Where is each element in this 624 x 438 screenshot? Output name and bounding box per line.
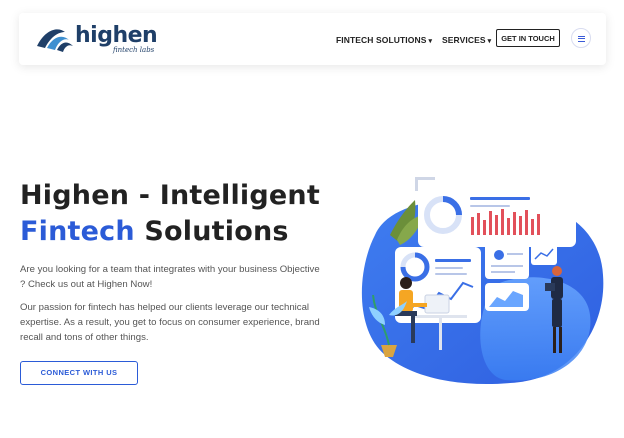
nav-fintech-solutions[interactable]: FINTECH SOLUTIONS ▾ <box>336 35 432 45</box>
hero-title-rest: Solutions <box>134 216 289 247</box>
hero-paragraph-1: Are you looking for a team that integrat… <box>20 264 320 290</box>
nav-fintech-solutions-label: FINTECH SOLUTIONS <box>336 35 427 45</box>
brand-tagline: fintech labs <box>113 46 155 54</box>
hero-paragraph-2: Our passion for fintech has helped our c… <box>20 302 320 343</box>
get-in-touch-button[interactable]: GET IN TOUCH <box>496 29 560 47</box>
connect-with-us-button[interactable]: CONNECT WITH US <box>20 361 138 385</box>
top-navbar: highen fintech labs FINTECH SOLUTIONS ▾ S… <box>19 13 606 65</box>
hero-title-accent: Fintech <box>20 216 135 247</box>
logo-swoosh-icon <box>37 29 73 52</box>
hero-title: Highen - Intelligent Fintech Solutions <box>20 178 320 250</box>
chevron-down-icon: ▾ <box>487 38 492 45</box>
menu-button[interactable] <box>571 28 591 48</box>
brand-logo[interactable]: highen fintech labs <box>35 23 158 56</box>
hamburger-icon <box>578 35 585 37</box>
brand-name: highen <box>75 23 158 48</box>
nav-services[interactable]: SERVICES ▾ <box>442 35 491 45</box>
nav-services-label: SERVICES <box>442 35 486 45</box>
analytics-team-illustration <box>361 177 604 385</box>
hero-title-line1: Highen - Intelligent <box>20 180 320 211</box>
chevron-down-icon: ▾ <box>428 38 433 45</box>
